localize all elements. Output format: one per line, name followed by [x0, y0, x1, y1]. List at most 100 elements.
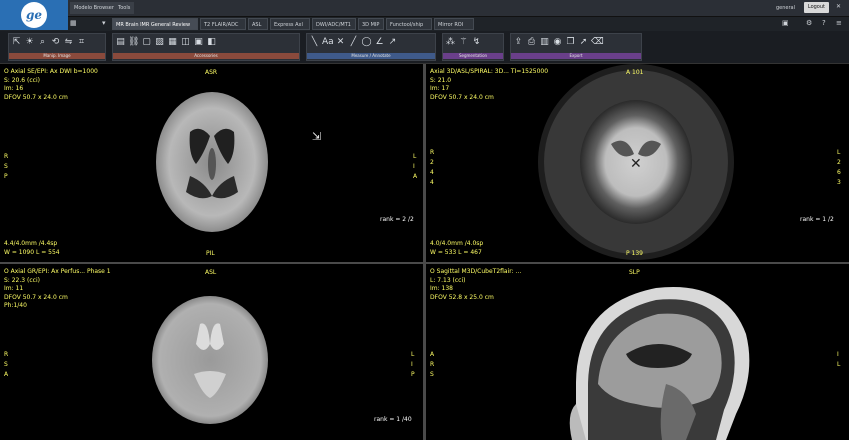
vp-tl-bottom-1: W = 1090 L = 554 [4, 248, 60, 256]
wand-icon[interactable]: ⚚ [458, 36, 469, 49]
text-icon[interactable]: Aa [322, 36, 334, 49]
toolbar-group-label: Export [511, 53, 641, 59]
vp-tr-header-0: Axial 3D/ASL/SPIRAL: 3D... TI=1525000 [430, 68, 549, 75]
viewport-top-left[interactable]: O Axial SE/EPI: Ax DWI b=1000 S: 20.6 (c… [0, 64, 423, 262]
vp-tl-left-2: P [4, 173, 8, 180]
send-icon[interactable]: ➚ [578, 36, 589, 49]
viewport-divider-vertical[interactable] [423, 64, 426, 440]
vp-bl-header-1: S: 22.3 (cci) [4, 276, 40, 284]
vp-tl-bottom-0: 4.4/4.0mm /4.4sp [4, 240, 58, 247]
vp-tr-bottom-0: 4.0/4.0mm /4.0sp [430, 240, 484, 247]
save-icon[interactable]: ▣ [193, 36, 204, 49]
toolbar: ⇱ ☀ ⌕ ⟲ ⇋ ⌗ Manip. Image ▤ ⛓ ▢ ▨ ▦ ◫ ▣ ◧… [0, 31, 849, 64]
mouse-cursor-icon: ⇲ [312, 130, 322, 143]
tab-protocol-0[interactable]: MR Brain IMR General Review [112, 18, 198, 30]
film-icon[interactable]: ▥ [539, 36, 550, 49]
angle-icon[interactable]: ∠ [374, 36, 385, 49]
tab-protocol-6[interactable]: Functool/ship [386, 18, 432, 30]
vp-tl-header-0: O Axial SE/EPI: Ax DWI b=1000 [4, 68, 98, 75]
vp-br-right-0: I [837, 351, 839, 358]
ge-logo: ge [0, 0, 68, 30]
viewport-bottom-right[interactable]: O Sagittal M3D/CubeT2flair: ... L: 7.13 … [426, 264, 849, 440]
vp-tl-top-orient: ASR [205, 69, 218, 76]
tab-protocol-3[interactable]: Express Axl [270, 18, 310, 30]
tab-protocol-7[interactable]: Mirror ROI [434, 18, 474, 30]
image-icon[interactable]: ▨ [154, 36, 165, 49]
flip-icon[interactable]: ⇋ [63, 36, 74, 49]
stack-icon[interactable]: ◧ [206, 36, 217, 49]
toolbar-group-label: Accessories [113, 53, 299, 59]
menu-icon[interactable]: ≡ [836, 19, 842, 27]
crop-icon[interactable]: ⌗ [76, 36, 87, 49]
ruler-icon[interactable]: ╱ [348, 36, 359, 49]
vp-bl-right-2: P [411, 371, 415, 378]
vp-tr-header-2: Im: 17 [430, 85, 450, 92]
protocol-tab-row: ▦ ▾ MR Brain IMR General Review T2 FLAIR… [0, 17, 849, 31]
brightness-icon[interactable]: ☀ [24, 36, 35, 49]
tab-protocol-1[interactable]: T2 FLAIR/ADC [200, 18, 246, 30]
vp-tl-left-0: R [4, 153, 9, 160]
copy-icon[interactable]: ❐ [565, 36, 576, 49]
viewport-divider-horizontal[interactable] [0, 262, 849, 264]
vp-tl-header-3: DFOV 50.7 x 24.0 cm [4, 93, 68, 101]
top-tab-tools[interactable]: Tools [114, 2, 135, 14]
vp-tr-right-2: 6 [837, 169, 841, 176]
vp-tr-bottom-orient: P 139 [626, 250, 643, 257]
vp-tr-left-1: 2 [430, 159, 434, 166]
vp-tl-bottom-orient: PIL [206, 250, 215, 257]
svg-text:✕: ✕ [630, 156, 642, 172]
rotate-icon[interactable]: ⟲ [50, 36, 61, 49]
vp-bl-left-1: S [4, 361, 8, 368]
logout-button[interactable]: Logout [803, 2, 829, 13]
brush-icon[interactable]: ↯ [471, 36, 482, 49]
clear-icon[interactable]: ⌫ [591, 36, 604, 49]
user-name: general [776, 5, 796, 11]
export-icon[interactable]: ⇪ [513, 36, 524, 49]
vp-br-header-3: DFOV 52.8 x 25.0 cm [430, 293, 494, 301]
vp-tr-header-3: DFOV 50.7 x 24.0 cm [430, 93, 494, 101]
vp-tr-right-1: 2 [837, 159, 841, 166]
segment-icon[interactable]: ⁂ [445, 36, 456, 49]
pointer-icon[interactable]: ⇱ [11, 36, 22, 49]
grid-icon[interactable]: ▦ [70, 19, 77, 27]
print-icon[interactable]: ⎙ [526, 36, 537, 49]
grid-icon[interactable]: ▦ [167, 36, 178, 49]
tab-protocol-5[interactable]: 3D MIP [358, 18, 384, 30]
gear-icon[interactable]: ⚙ [806, 19, 812, 27]
camera-icon[interactable]: ◉ [552, 36, 563, 49]
dropdown-icon[interactable]: ▾ [102, 19, 106, 27]
vp-bl-header-4: Ph:1/40 [4, 302, 27, 309]
vp-bl-header-2: Im: 11 [4, 285, 24, 292]
viewport-bottom-left[interactable]: O Axial GR/EPI: Ax Perfus... Phase 1 S: … [0, 264, 423, 440]
toolbar-group-export: ⇪ ⎙ ▥ ◉ ❐ ➚ ⌫ Export [510, 33, 642, 61]
tab-protocol-4[interactable]: DWI/ADC/MT1 [312, 18, 356, 30]
vp-bl-left-2: A [4, 371, 9, 378]
viewport-top-right[interactable]: ✕ Axial 3D/ASL/SPIRAL: 3D... TI=1525000 … [426, 64, 849, 262]
monitor-icon[interactable]: ▣ [782, 19, 789, 27]
link-icon[interactable]: ⛓ [128, 36, 139, 49]
top-tab-browser[interactable]: Modelo Browser [70, 2, 118, 14]
cube-icon[interactable]: ◫ [180, 36, 191, 49]
page-icon[interactable]: ▢ [141, 36, 152, 49]
vp-tl-right-2: A [413, 173, 418, 180]
arrow-icon[interactable]: ↗ [387, 36, 398, 49]
vp-tr-left-3: 4 [430, 179, 434, 186]
ellipse-icon[interactable]: ◯ [361, 36, 372, 49]
vp-bl-header-3: DFOV 50.7 x 24.0 cm [4, 293, 68, 301]
vp-bl-right-0: L [411, 351, 415, 358]
vp-br-header-0: O Sagittal M3D/CubeT2flair: ... [430, 268, 522, 275]
vp-tr-right-0: L [837, 149, 841, 156]
vp-br-left-2: S [430, 371, 434, 378]
vp-tr-left-0: R [430, 149, 435, 156]
vp-tl-left-1: S [4, 163, 8, 170]
layout-icon[interactable]: ▤ [115, 36, 126, 49]
tab-protocol-2[interactable]: ASL [248, 18, 268, 30]
vp-bl-left-0: R [4, 351, 9, 358]
close-icon[interactable]: ✕ [836, 3, 841, 10]
help-icon[interactable]: ? [822, 19, 826, 27]
vp-bl-top-orient: ASL [205, 269, 217, 276]
zoom-icon[interactable]: ⌕ [37, 36, 48, 49]
vp-tr-right-3: 3 [837, 179, 841, 186]
cross-icon[interactable]: ✕ [335, 36, 346, 49]
line-icon[interactable]: ╲ [309, 36, 320, 49]
